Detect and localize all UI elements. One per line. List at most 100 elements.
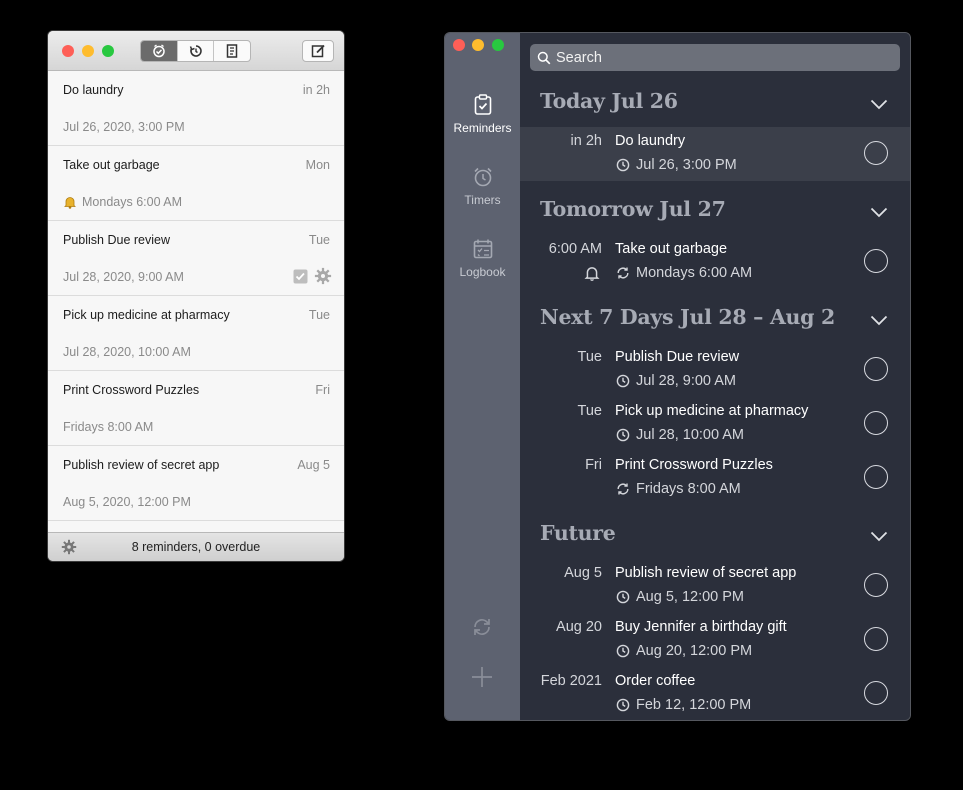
- minimize-window-button[interactable]: [82, 45, 94, 57]
- reminder-due-label: Mon: [305, 158, 330, 172]
- row-actions: [293, 267, 332, 290]
- reminder-date: Jul 28, 10:00 AM: [636, 427, 745, 443]
- complete-circle-button[interactable]: [864, 681, 888, 705]
- tab-logbook[interactable]: [214, 41, 250, 61]
- complete-circle-button[interactable]: [864, 357, 888, 381]
- view-segmented-control: [140, 40, 251, 62]
- list-item[interactable]: Pick up medicine at pharmacy Tue Jul 28, 2…: [48, 296, 344, 371]
- list-item[interactable]: Publish review of secret app Aug 5 Aug 5, …: [48, 446, 344, 521]
- list-item[interactable]: Publish Due review Tue Jul 28, 2020, 9:00 …: [48, 221, 344, 296]
- complete-circle-button[interactable]: [864, 141, 888, 165]
- reminder-title: Publish Due review: [615, 349, 740, 365]
- main-pane: Today Jul 26 in 2h Do laundry Jul 26, 3:00 …: [520, 33, 910, 720]
- reminder-title: Pick up medicine at pharmacy: [615, 403, 809, 419]
- reminder-due-label: Fri: [585, 457, 602, 473]
- reminder-title: Do laundry: [63, 83, 124, 97]
- chevron-down-icon[interactable]: [870, 529, 888, 547]
- light-status-bar: 8 reminders, 0 overdue: [48, 532, 344, 561]
- reminder-title: Pick up medicine at pharmacy: [63, 308, 230, 322]
- reminder-title: Take out garbage: [63, 158, 160, 172]
- reminder-sections: Today Jul 26 in 2h Do laundry Jul 26, 3:00 …: [520, 83, 910, 720]
- search-field[interactable]: [530, 44, 900, 71]
- reminder-date: Jul 28, 2020, 9:00 AM: [63, 270, 184, 284]
- section-header[interactable]: Future: [520, 515, 910, 559]
- section-header[interactable]: Today Jul 26: [520, 83, 910, 127]
- reminder-row[interactable]: in 2h Do laundry Jul 26, 3:00 PM: [520, 127, 910, 181]
- close-window-button[interactable]: [453, 39, 465, 51]
- reminder-title: Publish Due review: [63, 233, 170, 247]
- complete-circle-button[interactable]: [864, 627, 888, 651]
- timers-icon: [189, 45, 202, 57]
- complete-checkbox[interactable]: [293, 269, 308, 289]
- alert-indicator: [584, 265, 600, 286]
- reminder-subtitle: Feb 12, 12:00 PM: [616, 697, 751, 713]
- complete-circle-button[interactable]: [864, 573, 888, 597]
- chevron-down-icon[interactable]: [870, 205, 888, 223]
- reminder-subtitle: Jul 28, 9:00 AM: [616, 373, 736, 389]
- reminder-subtitle: Mondays 6:00 AM: [616, 265, 752, 281]
- tab-reminders[interactable]: [141, 41, 178, 61]
- new-reminder-button[interactable]: [302, 40, 334, 62]
- reminder-date: Jul 26, 2020, 3:00 PM: [63, 120, 185, 134]
- dark-window: Reminders Timers Logbook Today Jul 26 in …: [445, 33, 910, 720]
- bell-icon: [584, 267, 600, 281]
- reminder-date: Fridays 8:00 AM: [636, 481, 741, 497]
- reminder-due-label: Tue: [308, 233, 330, 247]
- reminder-row[interactable]: Aug 5 Publish review of secret app Aug 5, …: [520, 559, 910, 613]
- complete-circle-button[interactable]: [864, 411, 888, 435]
- clock-icon: [616, 428, 630, 442]
- reminder-title: Order coffee: [615, 673, 696, 689]
- sidebar-item-logbook[interactable]: Logbook: [445, 238, 520, 279]
- reminder-subtitle: Aug 5, 2020, 12:00 PM: [63, 495, 191, 509]
- reminder-row[interactable]: Feb 2021 Order coffee Feb 12, 12:00 PM: [520, 667, 910, 720]
- zoom-window-button[interactable]: [492, 39, 504, 51]
- list-item[interactable]: Do laundry in 2h Jul 26, 2020, 3:00 PM: [48, 71, 344, 146]
- clock-icon: [616, 374, 630, 388]
- reminder-subtitle: Jul 28, 10:00 AM: [616, 427, 744, 443]
- sidebar-item-reminders[interactable]: Reminders: [445, 94, 520, 135]
- reminder-row[interactable]: Fri Print Crossword Puzzles Fridays 8:00 A…: [520, 451, 910, 505]
- section-header[interactable]: Next 7 Days Jul 28 – Aug 2: [520, 299, 910, 343]
- sync-button[interactable]: [470, 615, 494, 644]
- search-input[interactable]: [556, 49, 876, 66]
- clock-icon: [616, 590, 630, 604]
- section-title: Next 7 Days Jul 28 – Aug 2: [540, 305, 835, 329]
- section-header[interactable]: Tomorrow Jul 27: [520, 191, 910, 235]
- logbook-icon: [226, 44, 238, 58]
- reminder-due-label: Tue: [577, 403, 602, 419]
- repeat-icon: [617, 483, 629, 495]
- reminder-title: Print Crossword Puzzles: [63, 383, 200, 397]
- sidebar-item-label: Reminders: [453, 121, 512, 135]
- reminder-row[interactable]: Aug 20 Buy Jennifer a birthday gift Aug 20…: [520, 613, 910, 667]
- reminder-subtitle: Mondays 6:00 AM: [63, 195, 182, 209]
- checkbox-icon: [293, 269, 308, 283]
- reminder-subtitle: Aug 5, 12:00 PM: [616, 589, 744, 605]
- compose-icon: [311, 44, 325, 58]
- reminder-row[interactable]: Tue Pick up medicine at pharmacy Jul 28, 1…: [520, 397, 910, 451]
- list-item[interactable]: Print Crossword Puzzles Fri Fridays 8:00 A…: [48, 371, 344, 446]
- logbook-icon: [473, 239, 492, 259]
- add-reminder-button[interactable]: [470, 665, 494, 694]
- complete-circle-button[interactable]: [864, 249, 888, 273]
- tab-timers[interactable]: [178, 41, 215, 61]
- zoom-window-button[interactable]: [102, 45, 114, 57]
- complete-circle-button[interactable]: [864, 465, 888, 489]
- reminder-row[interactable]: 6:00 AM Take out garbage Mondays 6:00 AM: [520, 235, 910, 289]
- clock-icon: [616, 698, 630, 712]
- sidebar: Reminders Timers Logbook: [445, 33, 520, 720]
- list-item[interactable]: Take out garbage Mon Mondays 6:00 AM: [48, 146, 344, 221]
- reminder-title: Take out garbage: [615, 241, 728, 257]
- row-settings-button[interactable]: [314, 267, 332, 290]
- reminder-title: Publish review of secret app: [63, 458, 220, 472]
- chevron-down-icon[interactable]: [870, 313, 888, 331]
- chevron-down-icon[interactable]: [870, 97, 888, 115]
- clock-icon: [616, 644, 630, 658]
- minimize-window-button[interactable]: [472, 39, 484, 51]
- reminder-subtitle: Fridays 8:00 AM: [616, 481, 741, 497]
- reminder-title: Print Crossword Puzzles: [615, 457, 773, 473]
- close-window-button[interactable]: [62, 45, 74, 57]
- sidebar-item-timers[interactable]: Timers: [445, 166, 520, 207]
- reminder-row[interactable]: Tue Publish Due review Jul 28, 9:00 AM: [520, 343, 910, 397]
